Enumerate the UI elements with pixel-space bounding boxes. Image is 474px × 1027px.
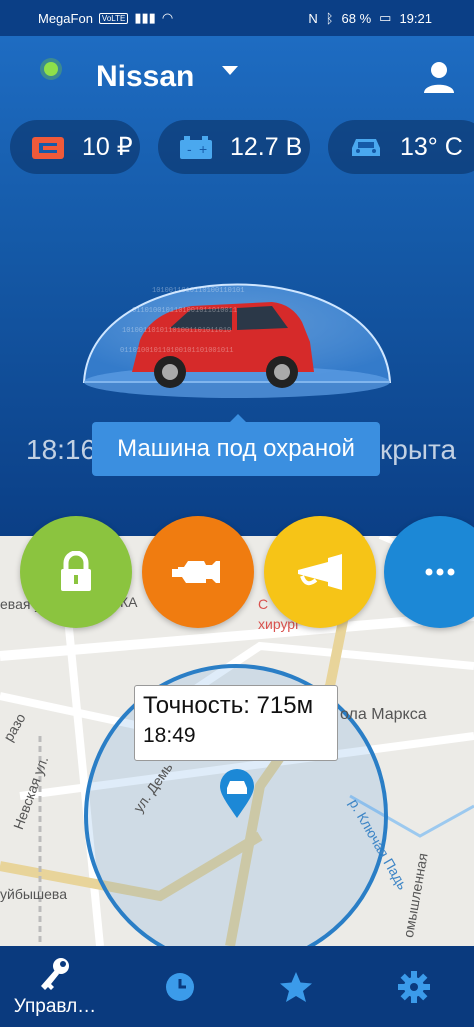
battery-voltage: 12.7 В — [230, 132, 303, 161]
balance-chip[interactable]: 10 ₽ — [10, 120, 140, 174]
car-protection-dome: 1010011010110100110101 01101001011010010… — [82, 283, 392, 398]
online-indicator — [44, 62, 58, 76]
balance-icon — [28, 133, 68, 161]
signal-icon: ▮▮▮ — [134, 10, 156, 25]
key-icon — [41, 957, 69, 990]
battery-chip[interactable]: - + 12.7 В — [158, 120, 310, 174]
balance-value: 10 ₽ — [82, 133, 133, 161]
svg-text:0110100101101001011010011: 0110100101101001011010011 — [132, 307, 237, 315]
battery-status-icon: ▭ — [379, 10, 392, 25]
svg-text:-: - — [187, 141, 192, 157]
volte-badge: VoLTE — [98, 12, 129, 24]
svg-text:10100110101101001101011010: 10100110101101001101011010 — [122, 327, 231, 335]
engine-button[interactable] — [142, 516, 254, 628]
location-callout: Точность: 715м 18:49 — [134, 685, 338, 761]
car-title[interactable]: Nissan — [96, 60, 194, 94]
location-time: 18:49 — [143, 724, 196, 747]
nav-history[interactable] — [150, 946, 210, 1027]
status-bar: MegaFon VoLTE ▮▮▮ ◠ N ᛒ 68 % ▭ 19:21 — [0, 0, 474, 36]
car-temperature-icon — [346, 133, 386, 161]
clock: 19:21 — [399, 10, 432, 26]
header: Nissan 10 ₽ - + 12.7 В 13° C 10100110101… — [0, 36, 474, 536]
battery-level: 68 % — [341, 10, 372, 26]
map-label: уйбышева — [0, 886, 67, 902]
svg-text:1010011010110100110101: 1010011010110100110101 — [152, 287, 244, 295]
svg-text:011010010110100101101001011: 011010010110100101101001011 — [120, 347, 233, 355]
nav-settings[interactable] — [384, 946, 444, 1027]
bluetooth-icon: ᛒ — [325, 10, 334, 26]
accuracy-text: Точность: 715м — [143, 692, 314, 719]
chevron-down-icon[interactable] — [222, 66, 238, 75]
horn-icon — [298, 554, 342, 590]
horn-button[interactable] — [264, 516, 376, 628]
engine-icon — [172, 561, 220, 583]
carrier: MegaFon — [38, 10, 93, 26]
nav-control-label: Управл… — [13, 995, 97, 1017]
nav-control[interactable]: Управл… — [0, 946, 110, 1027]
battery-icon: - + — [176, 133, 216, 161]
map-label: ола Маркса — [340, 706, 427, 723]
more-icon — [425, 568, 455, 576]
clock-icon — [166, 972, 194, 1001]
map-label: С — [258, 596, 269, 612]
wifi-icon: ◠ — [161, 10, 174, 25]
gear-icon — [398, 970, 430, 1003]
bottom-navigation: Управл… — [0, 946, 474, 1027]
temperature-value: 13° C — [400, 132, 463, 161]
nav-favorites[interactable] — [266, 946, 326, 1027]
svg-text:+: + — [199, 141, 207, 157]
car-location-pin[interactable] — [218, 768, 256, 820]
lock-icon — [61, 551, 91, 591]
star-icon — [280, 971, 312, 1002]
last-update-time: 18:16 — [26, 434, 97, 465]
lock-button[interactable] — [20, 516, 132, 628]
door-status-text: крыта — [380, 434, 457, 465]
guard-tooltip: Машина под охраной — [92, 414, 380, 476]
nfc-icon: N — [308, 10, 318, 26]
temperature-chip[interactable]: 13° C — [328, 120, 474, 174]
profile-icon[interactable] — [422, 60, 456, 94]
